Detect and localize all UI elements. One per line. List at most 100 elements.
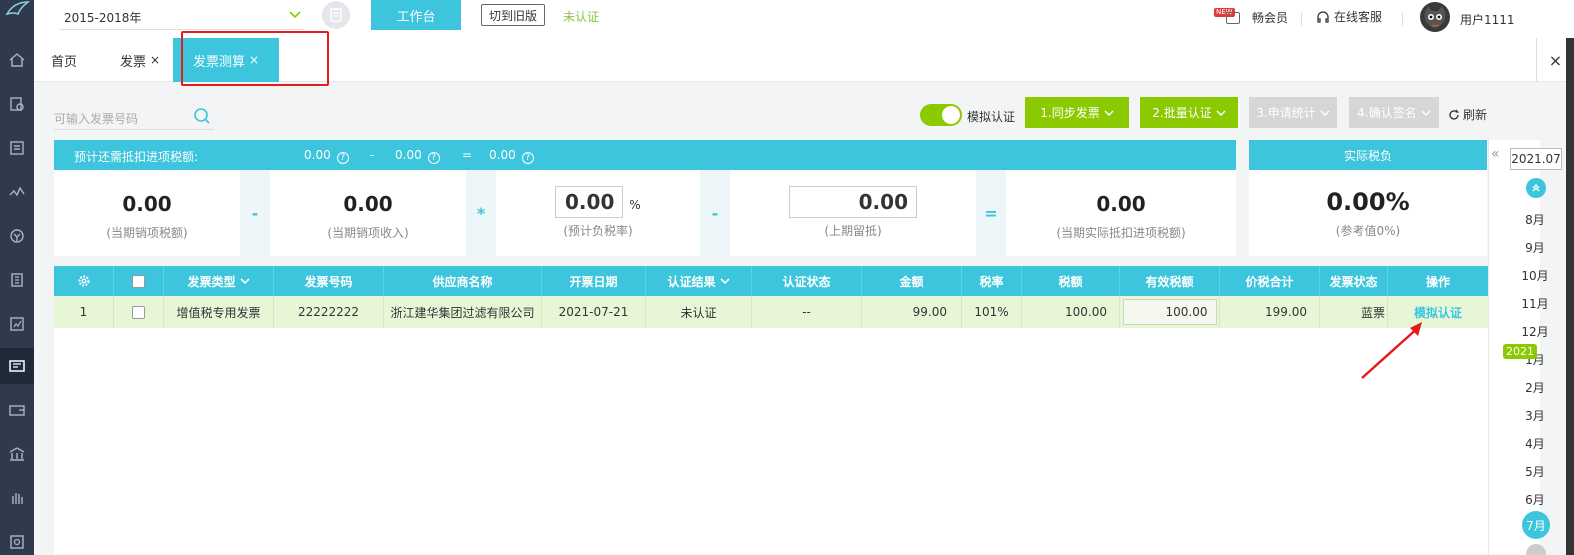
burden-rate-label: (预计负税率) <box>563 224 633 238</box>
refresh-button[interactable]: 刷新 <box>1448 106 1487 123</box>
real-tax-value: 0.00% <box>1326 188 1410 216</box>
close-icon[interactable]: × <box>150 53 160 67</box>
sidebar-item-wallet[interactable] <box>0 392 34 428</box>
settings-icon <box>10 535 24 549</box>
search-icon[interactable] <box>192 106 212 126</box>
month-item[interactable]: 2月 <box>1513 379 1557 396</box>
table-header: 发票类型 发票号码 供应商名称 开票日期 认证结果 认证状态 金额 税率 税额 … <box>54 266 1488 296</box>
vip-member-link[interactable]: NEW 畅会员 <box>1214 8 1288 26</box>
sidebar-item-ledger[interactable] <box>0 130 34 166</box>
simulate-cert-toggle[interactable] <box>920 104 962 126</box>
username[interactable]: 用户1111 <box>1460 11 1515 28</box>
divider <box>1402 12 1403 26</box>
month-item[interactable]: 12月 <box>1513 323 1557 340</box>
month-item[interactable]: 8月 <box>1513 211 1557 228</box>
select-all-checkbox[interactable] <box>132 274 145 288</box>
month-item[interactable]: 11月 <box>1513 295 1557 312</box>
selected-month[interactable]: 7月 <box>1522 511 1550 539</box>
month-item[interactable]: 3月 <box>1513 407 1557 424</box>
sidebar-item-tax[interactable] <box>0 218 34 254</box>
sidebar-item-invoice[interactable] <box>0 348 34 384</box>
button-label: 3.申请统计 <box>1256 106 1316 120</box>
tax-rate: 101% <box>962 296 1022 328</box>
action-label[interactable]: 模拟认证 <box>1414 304 1462 321</box>
amount: 99.00 <box>862 296 962 328</box>
sidebar-item-chart[interactable] <box>0 174 34 210</box>
total-amount: 199.00 <box>1220 296 1320 328</box>
year-badge: 2021 <box>1503 344 1537 359</box>
sidebar-item-search[interactable] <box>0 86 34 122</box>
month-item[interactable]: 9月 <box>1513 239 1557 256</box>
column-header: 价税合计 <box>1220 266 1320 296</box>
chevron-down-icon <box>1216 109 1226 116</box>
current-period[interactable]: 2021.07 <box>1510 148 1562 170</box>
month-item[interactable]: 5月 <box>1513 463 1557 480</box>
batch-cert-button[interactable]: 2.批量认证 <box>1140 97 1238 128</box>
collapse-icon[interactable]: « <box>1491 146 1500 162</box>
calendar-button[interactable] <box>322 1 350 29</box>
search-input[interactable]: 可输入发票号码 <box>54 110 138 127</box>
operator-minus: - <box>240 170 270 256</box>
tab-invoice[interactable]: 发票 × <box>120 38 180 82</box>
column-settings[interactable] <box>54 266 114 296</box>
sidebar-item-building[interactable] <box>0 262 34 298</box>
tv-icon: NEW <box>1214 8 1246 26</box>
row-checkbox-cell[interactable] <box>114 296 164 328</box>
double-chevron-up-icon <box>1532 184 1540 192</box>
confirm-sign-button[interactable]: 4.确认签名 <box>1349 97 1439 128</box>
month-item[interactable]: 4月 <box>1513 435 1557 452</box>
tab-label: 首页 <box>51 54 78 70</box>
cat-avatar-icon <box>1424 6 1446 28</box>
sidebar-item-bank[interactable] <box>0 436 34 472</box>
carry-over-input[interactable]: 0.00 <box>789 186 917 218</box>
column-header: 发票号码 <box>274 266 384 296</box>
month-item[interactable]: 6月 <box>1513 491 1557 508</box>
workbench-button[interactable]: 工作台 <box>371 0 461 30</box>
effective-tax-input[interactable]: 100.00 <box>1122 299 1217 325</box>
calc-header-v1: 0.00? <box>304 148 349 164</box>
invoice-type: 增值税专用发票 <box>164 296 274 328</box>
main-panel: 可输入发票号码 模拟认证 1.同步发票 2.批量认证 3.申请统计 4.确认签名… <box>54 96 1488 555</box>
invoice-table: 发票类型 发票号码 供应商名称 开票日期 认证结果 认证状态 金额 税率 税额 … <box>54 266 1488 555</box>
tab-home[interactable]: 首页 <box>51 38 95 82</box>
year-range-select[interactable]: 2015-2018年 <box>60 2 304 30</box>
scroll-down-icon[interactable] <box>1526 544 1546 555</box>
burden-rate-input[interactable]: 0.00 <box>555 186 624 218</box>
month-item[interactable]: 10月 <box>1513 267 1557 284</box>
invoice-search[interactable]: 可输入发票号码 <box>54 104 214 130</box>
month-timeline: « 2021.07 8月 9月 10月 11月 12月 1月 2021 2月 3… <box>1488 140 1562 555</box>
report-icon <box>10 317 24 331</box>
help-icon[interactable]: ? <box>521 152 534 164</box>
output-tax-value: 0.00 <box>122 192 172 216</box>
online-service-link[interactable]: 在线客服 <box>1316 8 1382 25</box>
sidebar-item-hand[interactable] <box>0 480 34 516</box>
help-icon[interactable]: ? <box>427 152 440 164</box>
year-range-value: 2015-2018年 <box>64 11 142 25</box>
carry-over-label: (上期留抵) <box>824 224 882 238</box>
output-tax-label: (当期销项税额) <box>106 226 188 240</box>
sidebar-item-report[interactable] <box>0 306 34 342</box>
row-checkbox[interactable] <box>132 305 145 319</box>
operator-equals: = <box>976 170 1006 256</box>
column-header: 税率 <box>962 266 1022 296</box>
bank-icon <box>9 447 25 461</box>
cert-status-text: 未认证 <box>563 10 600 24</box>
scroll-up-icon[interactable] <box>1526 178 1546 198</box>
sidebar-item-settings[interactable] <box>0 524 34 555</box>
help-icon[interactable]: ? <box>336 152 349 164</box>
doc-search-icon <box>10 97 24 111</box>
service-label: 在线客服 <box>1334 10 1383 24</box>
sync-invoice-button[interactable]: 1.同步发票 <box>1025 97 1129 128</box>
sidebar-item-home[interactable] <box>0 42 34 78</box>
select-all-checkbox-cell[interactable] <box>114 266 164 296</box>
column-header: 开票日期 <box>542 266 646 296</box>
actual-deduct-cell: 0.00 (当期实际抵扣进项税额) <box>1006 170 1236 256</box>
tax-amount: 100.00 <box>1022 296 1120 328</box>
avatar[interactable] <box>1420 2 1450 32</box>
table-row[interactable]: 1 增值税专用发票 22222222 浙江建华集团过滤有限公司 2021-07-… <box>54 296 1488 328</box>
hand-icon <box>12 493 23 504</box>
column-header[interactable]: 认证结果 <box>646 266 752 296</box>
switch-old-version-button[interactable]: 切到旧版 <box>481 4 545 26</box>
apply-stats-button[interactable]: 3.申请统计 <box>1249 97 1337 128</box>
column-header[interactable]: 发票类型 <box>164 266 274 296</box>
